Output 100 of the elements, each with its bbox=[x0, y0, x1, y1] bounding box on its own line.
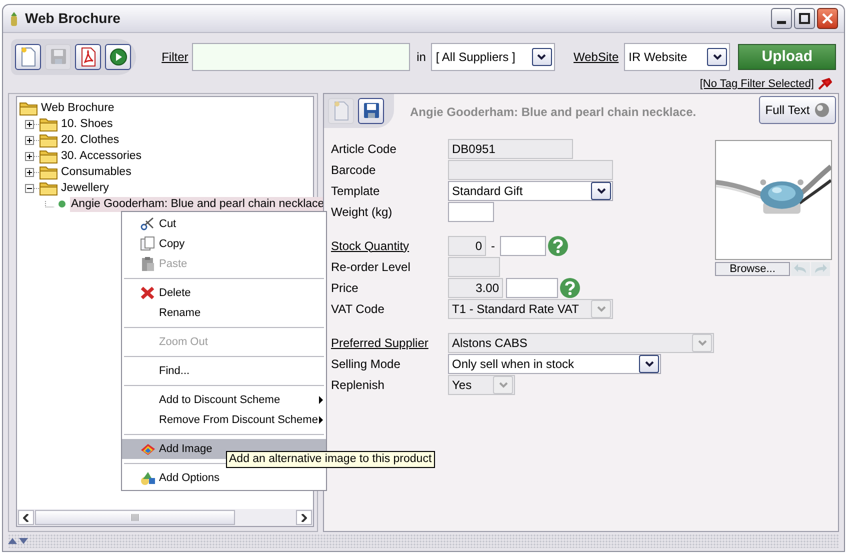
folder-icon bbox=[39, 148, 58, 164]
expand-icon[interactable] bbox=[25, 152, 34, 160]
scroll-thumb[interactable] bbox=[35, 510, 235, 525]
dropdown-button[interactable] bbox=[591, 182, 611, 200]
folder-label[interactable]: 20. Clothes bbox=[60, 132, 120, 148]
dash-label: - bbox=[491, 238, 495, 254]
chevron-down-icon bbox=[596, 188, 606, 194]
document-icon bbox=[18, 47, 38, 67]
pin-icon bbox=[818, 78, 832, 90]
expand-icon[interactable] bbox=[25, 120, 34, 128]
expand-down-icon[interactable] bbox=[19, 538, 28, 544]
maximize-button[interactable] bbox=[794, 8, 815, 29]
menu-item[interactable]: Remove From Discount Scheme bbox=[122, 410, 326, 430]
field-label: Selling Mode bbox=[331, 356, 402, 372]
field-label: Article Code bbox=[331, 140, 398, 158]
grip-icon bbox=[131, 514, 139, 521]
maximize-icon bbox=[799, 13, 810, 24]
folder-label[interactable]: Consumables bbox=[60, 164, 132, 180]
upload-button[interactable]: Upload bbox=[738, 44, 836, 70]
expand-icon[interactable] bbox=[25, 168, 34, 176]
color-layers-icon bbox=[140, 441, 154, 457]
chevron-down-icon bbox=[698, 340, 706, 346]
window-title: Web Brochure bbox=[25, 9, 120, 28]
folder-label[interactable]: 30. Accessories bbox=[60, 148, 143, 164]
close-icon bbox=[822, 13, 833, 24]
filter-link[interactable]: Filter bbox=[162, 48, 188, 66]
menu-item[interactable]: Add to Discount Scheme bbox=[122, 390, 326, 410]
collapse-up-icon[interactable] bbox=[8, 538, 17, 544]
full-text-button[interactable]: Full Text bbox=[759, 96, 836, 124]
chevron-down-icon bbox=[498, 382, 508, 388]
tree-item[interactable]: Angie Gooderham: Blue and pearl chain necklace bbox=[70, 196, 326, 212]
forward-arrow-icon bbox=[814, 264, 827, 274]
folder-label[interactable]: Web Brochure bbox=[40, 100, 116, 116]
chevron-down-icon bbox=[596, 306, 606, 312]
app-icon bbox=[9, 10, 19, 26]
export-pdf-button[interactable] bbox=[75, 44, 101, 70]
folder-icon bbox=[39, 164, 58, 180]
tree-connector-icon bbox=[45, 200, 54, 208]
dropdown-button[interactable] bbox=[707, 48, 728, 66]
dropdown-button[interactable] bbox=[639, 354, 659, 372]
delete-icon bbox=[140, 285, 154, 301]
input-field[interactable] bbox=[500, 236, 546, 256]
close-button[interactable] bbox=[817, 8, 838, 29]
folder-label[interactable]: Jewellery bbox=[60, 180, 110, 196]
tag-filter-link[interactable]: [No Tag Filter Selected] bbox=[700, 78, 814, 90]
tooltip: Add an alternative image to this product bbox=[226, 451, 435, 468]
chevron-down-icon bbox=[644, 360, 654, 366]
help-icon[interactable] bbox=[560, 278, 580, 298]
field-label: Barcode bbox=[331, 162, 377, 178]
select-field[interactable]: Only sell when in stock bbox=[448, 354, 661, 374]
product-title: Angie Gooderham: Blue and pearl chain necklace. bbox=[410, 104, 696, 121]
menu-item[interactable]: Cut bbox=[122, 214, 326, 234]
select-field[interactable]: Standard Gift bbox=[448, 180, 613, 200]
menu-item[interactable]: Add Options bbox=[122, 468, 326, 488]
clipboard-icon bbox=[140, 256, 154, 272]
shapes-icon bbox=[140, 470, 154, 486]
field-label: Replenish bbox=[331, 376, 386, 394]
supplier-select[interactable]: [ All Suppliers ] bbox=[430, 43, 555, 71]
menu-item[interactable]: Delete bbox=[122, 283, 326, 303]
folder-icon bbox=[19, 100, 38, 116]
folder-icon bbox=[39, 116, 58, 132]
indicator-icon bbox=[814, 102, 830, 118]
new-button[interactable] bbox=[15, 44, 41, 70]
save-button[interactable] bbox=[358, 98, 384, 124]
help-icon[interactable] bbox=[548, 236, 568, 256]
chevron-down-icon bbox=[537, 54, 546, 60]
browse-button[interactable]: Browse... bbox=[715, 262, 790, 276]
play-icon bbox=[108, 47, 128, 67]
menu-item[interactable]: Copy bbox=[122, 234, 326, 254]
chevron-down-icon bbox=[712, 54, 722, 60]
folder-icon bbox=[39, 132, 58, 148]
run-button[interactable] bbox=[105, 44, 131, 70]
menu-item[interactable]: Rename bbox=[122, 303, 326, 323]
website-select[interactable]: IR Website bbox=[624, 43, 730, 71]
dropdown-button[interactable] bbox=[532, 48, 552, 66]
copy-icon bbox=[140, 236, 154, 252]
scroll-left-button[interactable] bbox=[18, 510, 34, 525]
back-arrow-icon bbox=[794, 264, 807, 274]
filter-field[interactable] bbox=[192, 43, 410, 71]
in-label: in bbox=[416, 49, 426, 66]
folder-icon bbox=[39, 180, 58, 196]
minimize-button[interactable] bbox=[771, 8, 792, 29]
field-link[interactable]: Stock Quantity bbox=[331, 236, 448, 254]
field-link[interactable]: Preferred Supplier bbox=[331, 334, 448, 352]
field-label: Re-order Level bbox=[331, 258, 412, 276]
minimize-icon bbox=[777, 21, 786, 24]
input-field[interactable] bbox=[448, 202, 494, 222]
collapse-icon[interactable] bbox=[25, 184, 34, 192]
document-icon bbox=[332, 101, 350, 121]
field-label: Price bbox=[331, 280, 360, 296]
pdf-icon bbox=[78, 47, 98, 67]
field-label: VAT Code bbox=[331, 300, 386, 318]
menu-item[interactable]: Find... bbox=[122, 361, 326, 381]
website-link[interactable]: WebSite bbox=[574, 48, 619, 66]
folder-label[interactable]: 10. Shoes bbox=[60, 116, 114, 132]
scissors-icon bbox=[140, 216, 154, 232]
field-label: Template bbox=[331, 182, 381, 200]
scroll-right-button[interactable] bbox=[296, 510, 312, 525]
expand-icon[interactable] bbox=[25, 136, 34, 144]
input-field[interactable] bbox=[506, 278, 558, 298]
